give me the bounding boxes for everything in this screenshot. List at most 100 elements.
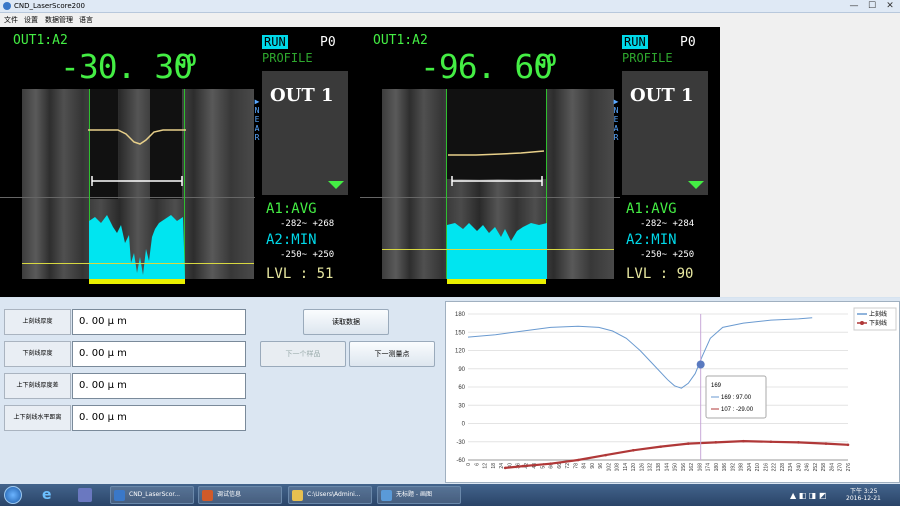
horizontal-distance-field[interactable]: 0. 00 μ m (72, 405, 246, 431)
legend-marker (860, 321, 864, 325)
output-name: OUT 1 (270, 85, 334, 106)
taskbar-item-explorer[interactable]: C:\Users\Admini... (288, 486, 372, 504)
tooltip-title: 169 (711, 383, 722, 389)
x-tick-label: 156 (681, 463, 687, 472)
clock-date[interactable]: 2016-12-21 (846, 495, 881, 502)
threshold-line (382, 249, 614, 250)
menu-file[interactable]: 文件 (4, 15, 18, 25)
width-indicator (91, 176, 183, 186)
x-tick-label: 264 (829, 463, 835, 472)
y-tick-label: 0 (462, 422, 466, 428)
read-data-button[interactable]: 读取数据 (303, 309, 389, 335)
series-point-lower (824, 442, 828, 445)
x-tick-label: 276 (846, 463, 852, 472)
output-name: OUT 1 (630, 85, 694, 106)
tooltip-line2: 107 : -29.00 (721, 407, 754, 413)
y-tick-label: 150 (455, 330, 466, 336)
y-tick-label: -60 (456, 458, 465, 464)
profile-label: PROFILE (262, 51, 313, 65)
x-tick-label: 270 (838, 463, 844, 472)
series-point-lower (846, 443, 850, 447)
thickness-difference-field[interactable]: 0. 00 μ m (72, 373, 246, 399)
output-box: OUT 1 (262, 71, 348, 195)
a1-mode: A1:AVG (266, 201, 317, 217)
maximize-button[interactable]: ☐ (864, 0, 880, 12)
horizontal-distance-label: 上下刻线水平距离 (4, 405, 71, 431)
series-point-lower (797, 441, 800, 444)
y-tick-label: 180 (455, 312, 466, 318)
a2-mode: A2:MIN (626, 232, 677, 248)
next-sample-button[interactable]: 下一个样品 (260, 341, 346, 367)
x-tick-label: 6 (474, 463, 480, 466)
x-tick-label: 174 (706, 463, 712, 472)
start-button[interactable] (4, 486, 22, 504)
ie-icon[interactable]: e (42, 487, 58, 503)
series-point-lower (631, 448, 635, 452)
x-tick-label: 210 (755, 463, 761, 472)
legend-label: 下刻线 (869, 319, 887, 327)
close-button[interactable]: ✕ (882, 0, 898, 12)
app-icon (3, 2, 11, 10)
series-point-lower (769, 440, 773, 444)
a1-range: -282~ +284 (640, 219, 695, 229)
x-tick-label: 222 (772, 463, 778, 472)
cursor-point (696, 360, 705, 369)
dropdown-triangle-icon[interactable] (328, 181, 344, 189)
profile-curve (88, 129, 186, 145)
menu-settings[interactable]: 设置 (24, 15, 38, 25)
thickness-chart: 180 150 120 90 60 30 0 -30 -60 0 6 12 18 24 30 36 42 48 54… (445, 301, 900, 483)
series-point-lower (521, 464, 525, 468)
upper-line-thickness-field[interactable]: 0. 00 μ m (72, 309, 246, 335)
x-tick-label: 246 (805, 463, 811, 472)
a2-mode: A2:MIN (266, 232, 317, 248)
menu-language[interactable]: 语言 (79, 15, 93, 25)
x-tick-label: 168 (697, 463, 703, 472)
thickness-difference-label: 上下刻线厚度差 (4, 373, 71, 399)
taskbar: e CND_LaserScor... 调试信息 C:\Users\Admini.… (0, 484, 900, 506)
lower-line-thickness-field[interactable]: 0. 00 μ m (72, 341, 246, 367)
series-point-lower (714, 441, 718, 444)
taskbar-item-paint[interactable]: 无标题 - 画图 (377, 486, 461, 504)
profile-label: PROFILE (622, 51, 673, 65)
taskbar-item-laserscore[interactable]: CND_LaserScor... (110, 486, 194, 504)
x-tick-label: 102 (606, 463, 612, 472)
tooltip-line1: 169 : 97.00 (721, 395, 752, 401)
run-badge: RUN (622, 35, 648, 49)
level-readout: LVL : 51 (266, 266, 334, 282)
a2-range: -250~ +250 (280, 250, 335, 260)
dropdown-triangle-icon[interactable] (688, 181, 704, 189)
output-box: OUT 1 (622, 71, 708, 195)
x-tick-label: 240 (796, 463, 802, 472)
series-point-lower (503, 466, 507, 470)
menu-bar: 文件 设置 数据管理 语言 (0, 13, 900, 25)
x-tick-label: 258 (821, 463, 827, 472)
clock-time[interactable]: 下午 3:25 (850, 486, 877, 495)
series-point-lower (576, 458, 580, 462)
taskbar-item-debug[interactable]: 调试信息 (198, 486, 282, 504)
x-tick-label: 18 (491, 463, 497, 469)
upper-line-thickness-label: 上刻线厚度 (4, 309, 71, 335)
program-number: P0 (680, 35, 696, 50)
x-tick-label: 114 (623, 463, 629, 471)
run-badge: RUN (262, 35, 288, 49)
x-tick-label: 252 (813, 463, 819, 472)
next-point-button[interactable]: 下一测量点 (349, 341, 435, 367)
x-tick-label: 108 (615, 463, 621, 472)
paint-icon (381, 490, 392, 501)
lower-line-thickness-label: 下刻线厚度 (4, 341, 71, 367)
tray-icons[interactable]: ▲ ◧ ◨ ◩ (790, 491, 840, 500)
series-point-lower (742, 439, 745, 443)
a1-mode: A1:AVG (626, 201, 677, 217)
y-tick-label: 30 (458, 403, 465, 409)
x-tick-label: 84 (582, 463, 588, 469)
minimize-button[interactable]: — (846, 0, 862, 12)
measured-value: -30. 30 (60, 47, 193, 86)
go-status: GO (176, 51, 197, 71)
app-shortcut-icon[interactable] (78, 488, 92, 502)
series-point-lower (549, 462, 552, 465)
menu-data-management[interactable]: 数据管理 (45, 15, 73, 25)
divider-line (0, 197, 255, 198)
x-tick-label: 204 (747, 463, 753, 472)
profile-curve (448, 150, 545, 156)
level-readout: LVL : 90 (626, 266, 694, 282)
